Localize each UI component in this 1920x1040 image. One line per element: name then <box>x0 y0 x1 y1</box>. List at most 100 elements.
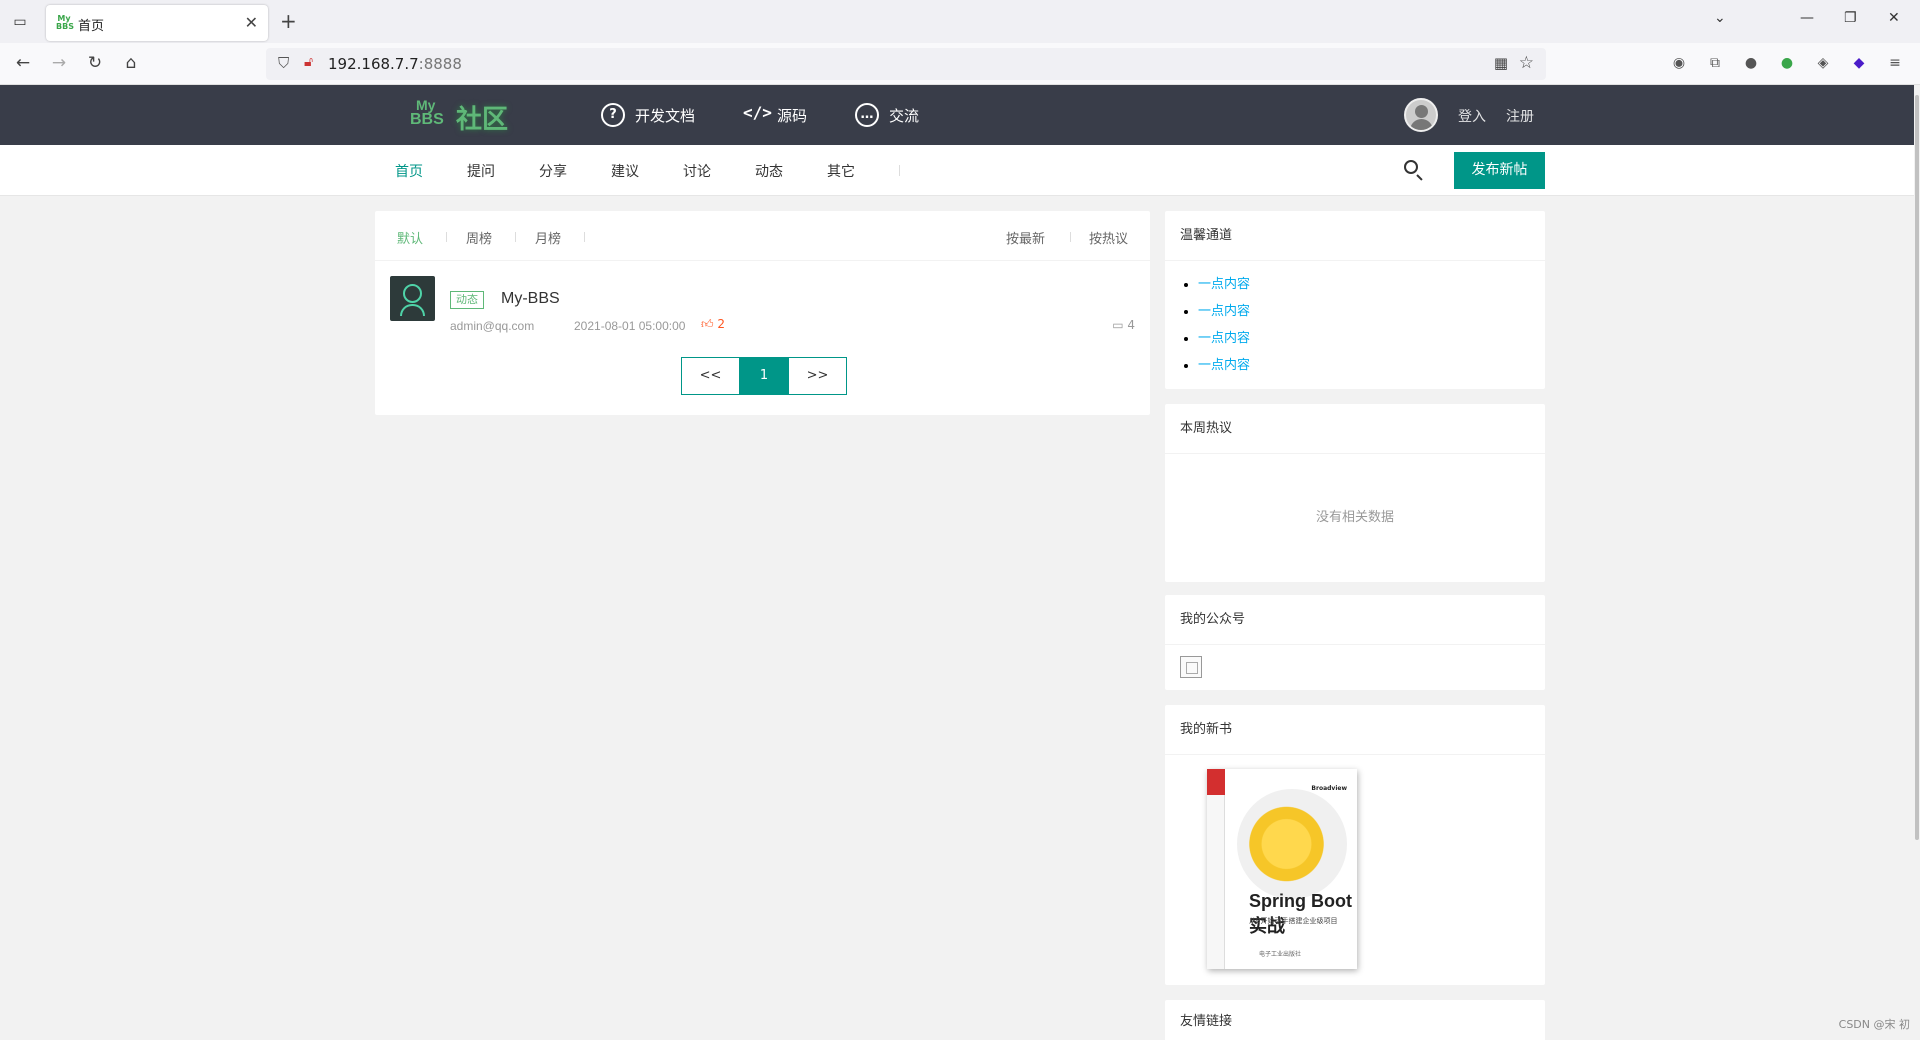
page-scrollbar[interactable] <box>1914 85 1920 1040</box>
post-list-card: 默认 周榜 月榜 按最新 按热议 动态 My-BBS admin@qq.com … <box>375 211 1150 415</box>
book-spine <box>1207 769 1225 969</box>
post-author[interactable]: admin@qq.com <box>450 319 534 333</box>
new-post-button[interactable]: 发布新帖 <box>1454 152 1545 189</box>
header-nav-label: 交流 <box>889 106 920 125</box>
filter-weekly[interactable]: 周榜 <box>466 228 492 247</box>
search-icon[interactable] <box>1404 160 1424 181</box>
extension-green-icon[interactable]: ● <box>1778 54 1796 72</box>
header-nav-label: 开发文档 <box>635 106 696 125</box>
book-publisher: 电子工业出版社 <box>1259 951 1302 958</box>
forward-icon[interactable]: → <box>48 53 70 73</box>
post-likes[interactable]: 👍︎ 2 <box>701 317 725 332</box>
channel-link[interactable]: 一点内容 <box>1198 271 1545 298</box>
wechat-qr-image <box>1180 656 1202 678</box>
filter-divider <box>584 232 585 242</box>
wechat-title: 我的公众号 <box>1165 595 1545 645</box>
post-item[interactable]: 动态 My-BBS admin@qq.com 2021-08-01 05:00:… <box>390 276 1135 333</box>
reload-icon[interactable]: ↻ <box>84 53 106 73</box>
sort-hot[interactable]: 按热议 <box>1089 228 1128 247</box>
category-share[interactable]: 分享 <box>539 161 567 181</box>
hot-empty-text: 没有相关数据 <box>1315 510 1394 525</box>
header-nav-docs[interactable]: ? 开发文档 <box>601 103 695 127</box>
avatar-head-outline <box>403 284 422 303</box>
next-page-button[interactable]: >> <box>789 358 846 394</box>
category-home[interactable]: 首页 <box>395 161 423 181</box>
post-title[interactable]: My-BBS <box>501 290 560 308</box>
user-avatar[interactable] <box>1404 98 1438 132</box>
thumbs-up-icon: 👍︎ <box>701 317 714 331</box>
channel-list: 一点内容 一点内容 一点内容 一点内容 <box>1165 261 1545 379</box>
extensions-puzzle-icon[interactable]: ⧉ <box>1706 54 1724 72</box>
category-questions[interactable]: 提问 <box>467 161 495 181</box>
sidebar-wechat-card: 我的公众号 <box>1165 595 1545 690</box>
url-text[interactable]: 192.168.7.7:8888 <box>328 55 462 73</box>
logo-text: 社区 <box>456 105 509 135</box>
channel-link[interactable]: 一点内容 <box>1198 325 1545 352</box>
extension-gray-icon[interactable]: ◈ <box>1814 54 1832 72</box>
watermark: CSDN @宋 初 <box>1838 1018 1910 1031</box>
back-icon[interactable]: ← <box>12 53 34 73</box>
category-divider <box>899 165 900 176</box>
post-comments: ▭ 4 <box>1112 318 1135 332</box>
book-title: 我的新书 <box>1165 705 1545 755</box>
pagination: << 1 >> <box>681 357 847 395</box>
account-icon[interactable]: ◉ <box>1670 54 1688 72</box>
comment-icon: ▭ <box>1112 318 1124 332</box>
site-favicon-icon: My BBS <box>56 14 74 31</box>
chat-circle-icon: … <box>855 103 879 127</box>
scrollbar-thumb[interactable] <box>1915 95 1919 840</box>
home-icon[interactable]: ⌂ <box>120 53 142 73</box>
category-discussion[interactable]: 讨论 <box>683 161 711 181</box>
menu-hamburger-icon[interactable]: ≡ <box>1886 54 1904 72</box>
book-cover-subtitle: 从0开始动手搭建企业级项目 <box>1249 917 1338 925</box>
post-filter-bar: 默认 周榜 月榜 按最新 按热议 <box>375 211 1150 261</box>
channel-link[interactable]: 一点内容 <box>1198 298 1545 325</box>
extension-purple-icon[interactable]: ◆ <box>1850 54 1868 72</box>
sidebar-book-card: 我的新书 Broadview Spring Boot实战 从0开始动手搭建企业级… <box>1165 705 1545 985</box>
channel-link[interactable]: 一点内容 <box>1198 352 1545 379</box>
header-nav-chat[interactable]: … 交流 <box>855 103 919 127</box>
sidebar-hot-card: 本周热议 没有相关数据 <box>1165 404 1545 582</box>
tracking-shield-icon[interactable]: ⛉ <box>278 54 289 72</box>
logo-bbs: BBS <box>410 111 444 128</box>
category-other[interactable]: 其它 <box>827 161 855 181</box>
filter-divider <box>515 232 516 242</box>
book-cover-title: Spring Boot实战 <box>1249 891 1352 936</box>
qr-code-icon[interactable]: ▦ <box>1494 54 1508 72</box>
post-author-avatar[interactable] <box>390 276 435 321</box>
close-window-icon[interactable]: ✕ <box>1888 10 1900 26</box>
header-nav-source[interactable]: </> 源码 <box>743 103 807 127</box>
site-header: My BBS 社区 ? 开发文档 </> 源码 … 交流 登入 注册 <box>0 85 1920 145</box>
filter-default[interactable]: 默认 <box>397 228 423 247</box>
avatar-body-outline <box>400 304 425 316</box>
tab-overflow-chevron-icon[interactable]: ⌄ <box>1714 10 1726 26</box>
sort-latest[interactable]: 按最新 <box>1006 228 1045 247</box>
extension-circle-icon[interactable]: ● <box>1742 54 1760 72</box>
avatar-head <box>1415 105 1428 118</box>
filter-monthly[interactable]: 月榜 <box>535 228 561 247</box>
browser-tab[interactable]: My BBS 首页 ✕ <box>46 5 268 41</box>
post-category-badge: 动态 <box>450 291 484 309</box>
insecure-lock-icon[interactable]: 🔓︎ <box>304 54 313 70</box>
hot-title: 本周热议 <box>1165 404 1545 454</box>
book-cover-image[interactable]: Broadview Spring Boot实战 从0开始动手搭建企业级项目 电子… <box>1207 769 1357 969</box>
book-honeycomb-art <box>1237 789 1347 899</box>
url-port: :8888 <box>418 55 462 73</box>
category-news[interactable]: 动态 <box>755 161 783 181</box>
login-link[interactable]: 登入 <box>1458 106 1486 126</box>
address-bar[interactable]: ⛉ 🔓︎ 192.168.7.7:8888 ▦ ☆ <box>266 48 1546 80</box>
restore-icon[interactable]: ❐ <box>1844 10 1857 26</box>
category-suggestions[interactable]: 建议 <box>611 161 639 181</box>
new-tab-icon[interactable]: + <box>280 9 297 33</box>
prev-page-button[interactable]: << <box>682 358 739 394</box>
tab-list-icon[interactable]: ▭ <box>10 12 30 32</box>
book-brand: Broadview <box>1311 785 1347 792</box>
close-tab-icon[interactable]: ✕ <box>245 13 258 32</box>
page-1-button[interactable]: 1 <box>739 358 789 394</box>
bookmark-star-icon[interactable]: ☆ <box>1519 53 1534 73</box>
post-time: 2021-08-01 05:00:00 <box>574 319 686 333</box>
category-nav: 首页 提问 分享 建议 讨论 动态 其它 发布新帖 <box>0 145 1920 196</box>
sidebar-channel-card: 温馨通道 一点内容 一点内容 一点内容 一点内容 <box>1165 211 1545 389</box>
register-link[interactable]: 注册 <box>1506 106 1534 126</box>
minimize-icon[interactable]: — <box>1800 10 1814 26</box>
